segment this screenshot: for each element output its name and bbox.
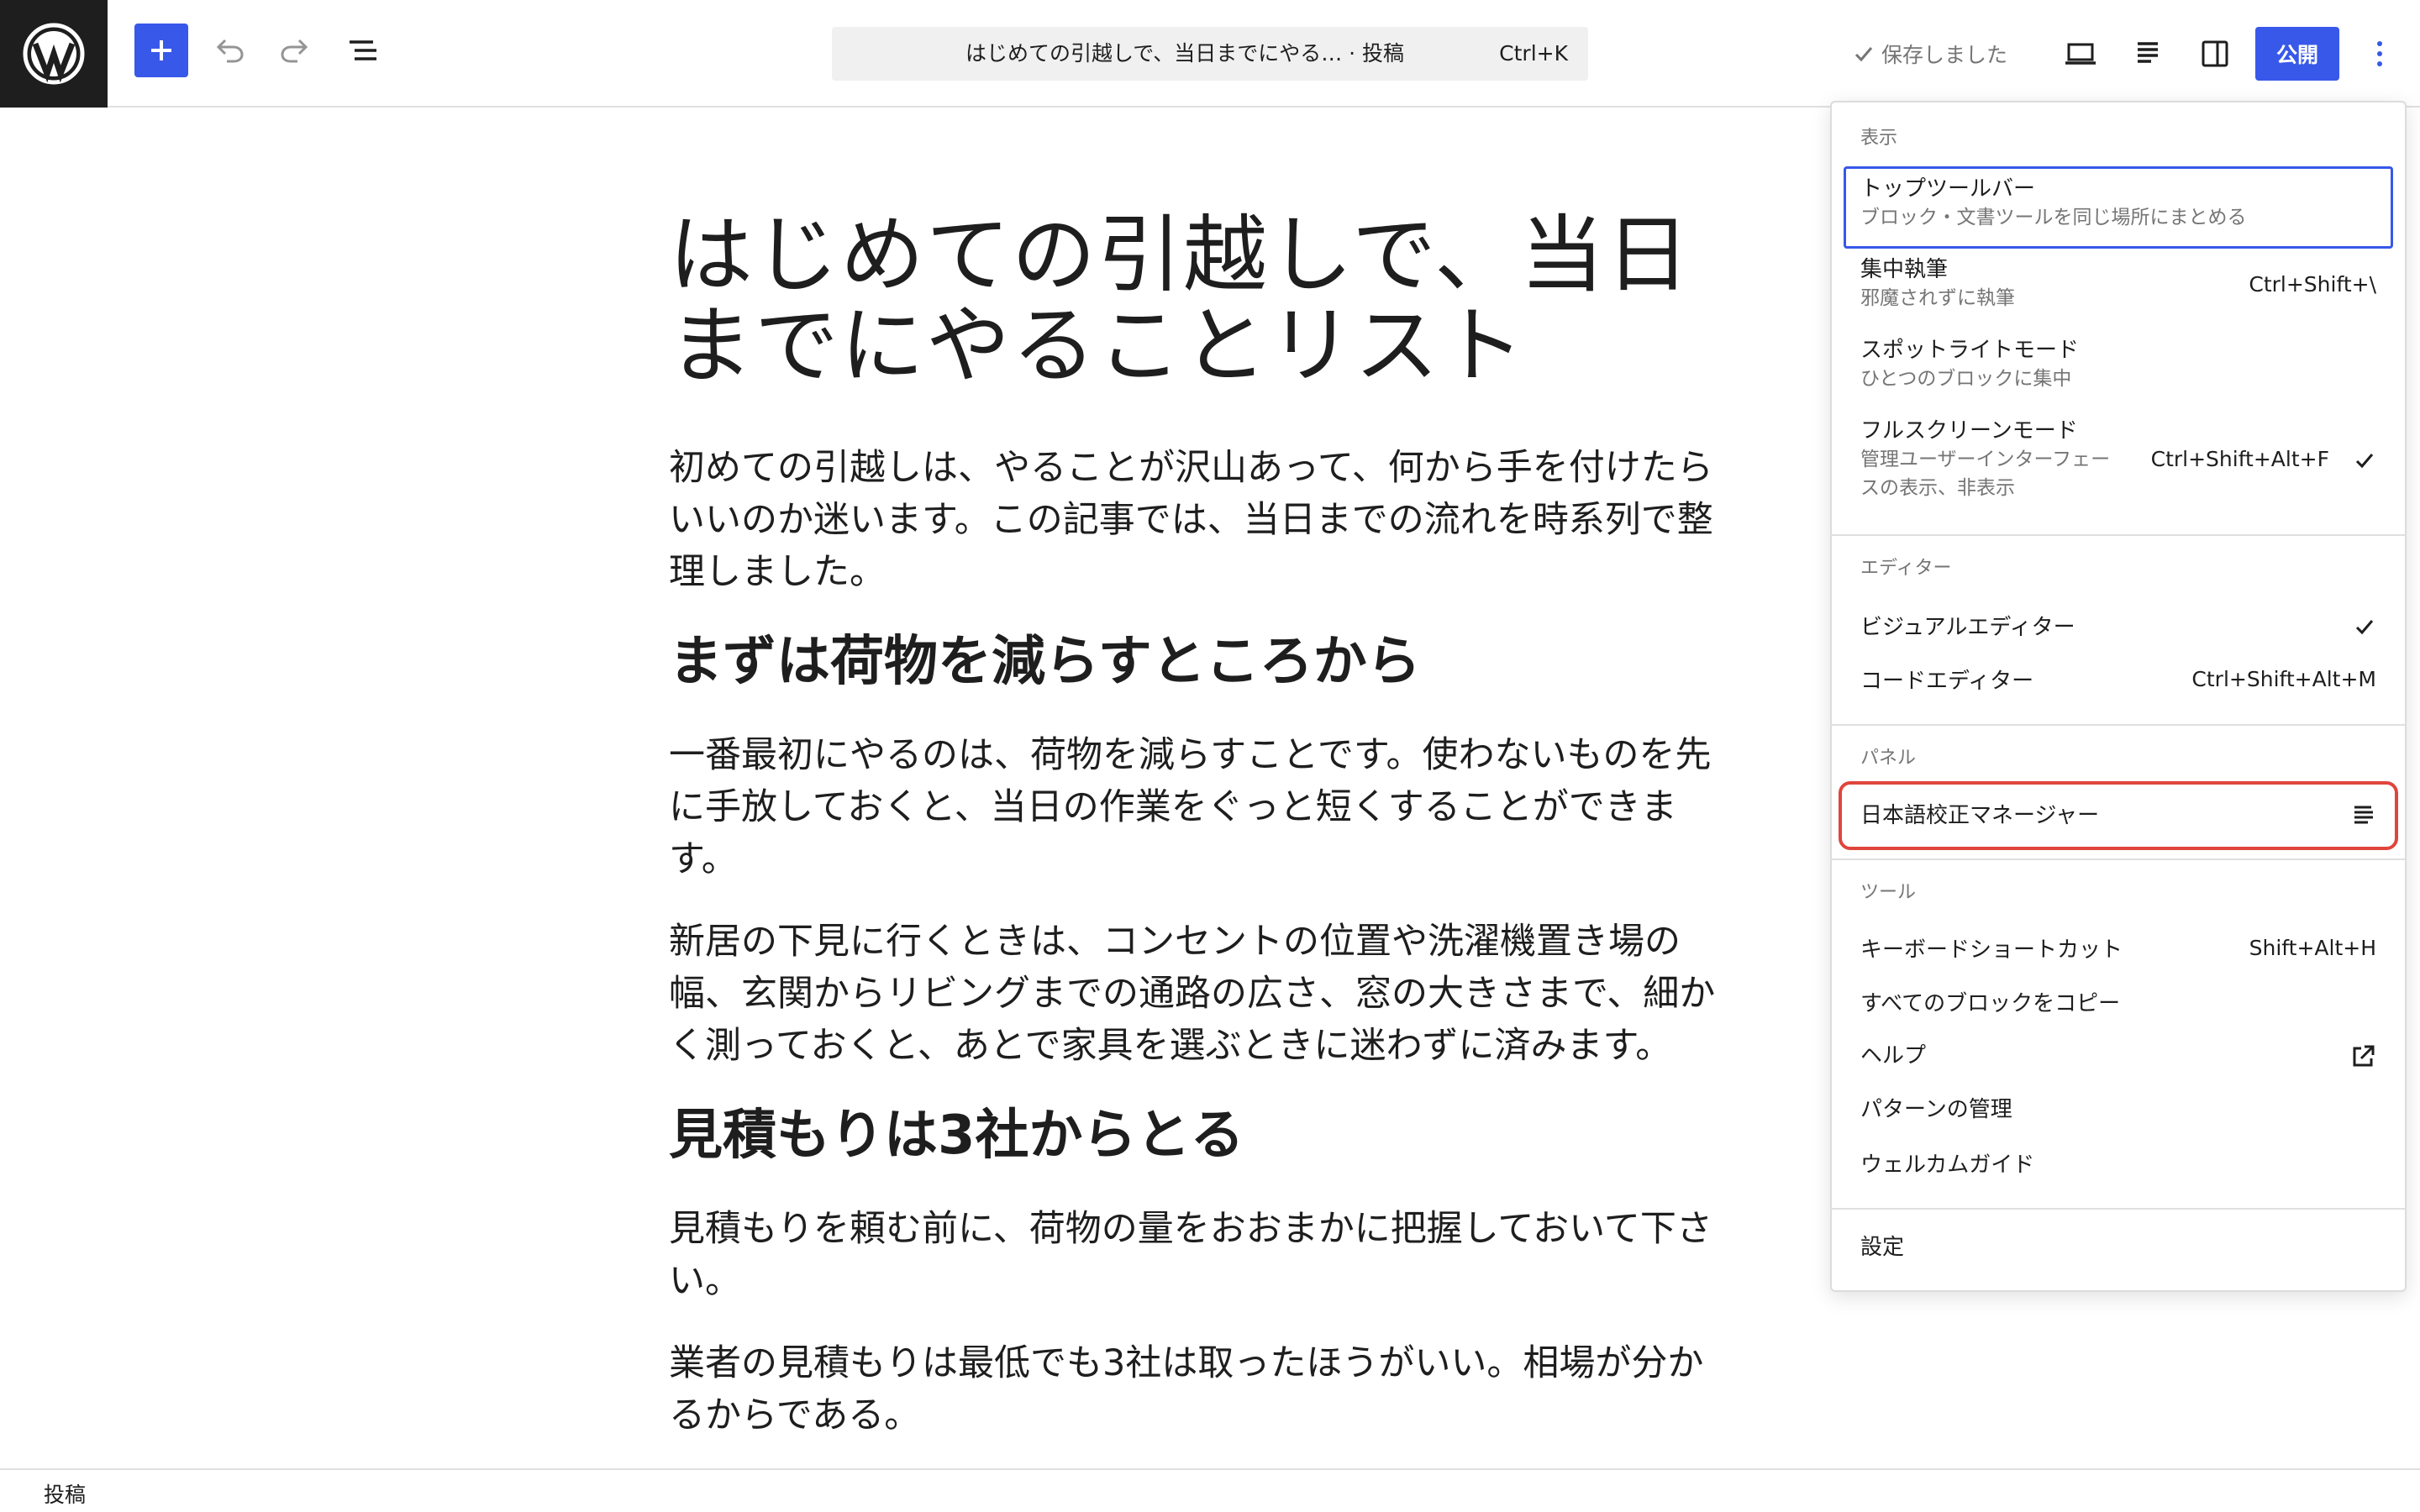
- menu-item-spotlight-mode[interactable]: スポットライトモード ひとつのブロックに集中: [1860, 336, 2376, 393]
- menu-item-copy-all-blocks[interactable]: すべてのブロックをコピー: [1860, 990, 2376, 1018]
- wordpress-logo-button[interactable]: [0, 0, 108, 108]
- editor-canvas: はじめての引越しで、当日までにやることリスト 初めての引越しは、やることが沢山あ…: [669, 210, 1736, 1472]
- align-left-icon: [2354, 806, 2373, 824]
- align-left-icon: [2138, 42, 2158, 63]
- document-title: はじめての引越しで、当日までにやる… · 投稿: [965, 41, 1405, 66]
- external-link-icon: [2353, 1045, 2375, 1067]
- command-palette-bar[interactable]: はじめての引越しで、当日までにやる… · 投稿 Ctrl+K: [832, 27, 1588, 81]
- menu-item-shortcut: Shift+Alt+H: [2249, 936, 2376, 960]
- post-title[interactable]: はじめての引越しで、当日までにやることリスト: [669, 210, 1736, 391]
- publish-button[interactable]: 公開: [2255, 27, 2339, 81]
- undo-button[interactable]: [202, 24, 255, 77]
- more-vertical-icon: [2377, 41, 2382, 66]
- menu-item-description: ブロック・文書ツールを同じ場所にまとめる: [1860, 207, 2247, 228]
- desktop-icon: [2065, 43, 2096, 65]
- menu-item-label: スポットライトモード: [1860, 338, 2080, 363]
- menu-item-manage-patterns[interactable]: パターンの管理: [1860, 1095, 2376, 1124]
- check-icon: [1854, 47, 1873, 62]
- menu-item-fullscreen-mode[interactable]: フルスクリーンモード 管理ユーザーインターフェー スの表示、非表示 Ctrl+S…: [1860, 417, 2376, 502]
- paragraph-block[interactable]: 業者の見積もりは最低でも3社は取ったほうがいい。相場が分かるからである。: [669, 1337, 1736, 1441]
- check-icon: [2355, 454, 2374, 469]
- menu-item-label: 日本語校正マネージャー: [1860, 803, 2100, 828]
- command-shortcut: Ctrl+K: [1499, 41, 1568, 66]
- heading-block[interactable]: 見積もりは3社からとる: [669, 1102, 1736, 1169]
- breadcrumb[interactable]: 投稿: [44, 1478, 86, 1509]
- menu-item-description: ひとつのブロックに集中: [1860, 368, 2072, 390]
- menu-separator: [1832, 858, 2405, 860]
- list-view-icon: [350, 40, 376, 60]
- paragraph-block[interactable]: 初めての引越しは、やることが沢山あって、何から手を付けたらいいのか迷います。この…: [669, 442, 1736, 598]
- wordpress-icon: [23, 23, 85, 85]
- menu-item-preferences[interactable]: 設定: [1860, 1233, 2376, 1262]
- editor-group-label: エディター: [1860, 558, 1952, 579]
- editor-header: はじめての引越しで、当日までにやる… · 投稿 Ctrl+K 保存しました 公開: [0, 0, 2420, 108]
- menu-item-top-toolbar[interactable]: トップツールバー ブロック・文書ツールを同じ場所にまとめる: [1860, 175, 2376, 232]
- menu-item-label: フルスクリーンモード: [1860, 418, 2078, 444]
- heading-block[interactable]: まずは荷物を減らすところから: [669, 628, 1736, 696]
- menu-item-label: トップツールバー: [1860, 176, 2036, 202]
- menu-item-label: ヘルプ: [1860, 1043, 1927, 1068]
- menu-item-description: スの表示、非表示: [1860, 477, 2015, 499]
- view-group-label: 表示: [1860, 128, 1898, 149]
- paragraph-block[interactable]: 一番最初にやるのは、荷物を減らすことです。使わないものを先に手放しておくと、当日…: [669, 729, 1736, 885]
- sidebar-icon: [2202, 40, 2228, 67]
- menu-item-help[interactable]: ヘルプ: [1860, 1042, 2376, 1070]
- redo-icon: [281, 39, 308, 63]
- menu-item-distraction-free[interactable]: 集中執筆 邪魔されずに執筆 Ctrl+Shift+\: [1860, 255, 2376, 312]
- details-button[interactable]: [2121, 27, 2175, 81]
- check-icon: [2355, 620, 2374, 635]
- paragraph-block[interactable]: 見積もりを頼む前に、荷物の量をおおまかに把握しておいて下さい。: [669, 1203, 1736, 1307]
- menu-item-proofreading-manager[interactable]: 日本語校正マネージャー: [1860, 801, 2376, 830]
- menu-separator: [1832, 724, 2405, 726]
- menu-separator: [1832, 1208, 2405, 1210]
- options-dropdown-menu: 表示 トップツールバー ブロック・文書ツールを同じ場所にまとめる 集中執筆 邪魔…: [1830, 101, 2407, 1292]
- paragraph-block[interactable]: 新居の下見に行くときは、コンセントの位置や洗濯機置き場の幅、玄関からリビングまで…: [669, 916, 1736, 1072]
- saved-status: 保存しました: [1853, 27, 2007, 81]
- menu-item-shortcut: Ctrl+Shift+Alt+M: [2191, 667, 2376, 691]
- menu-item-label: ビジュアルエディター: [1860, 615, 2075, 640]
- menu-item-label: ウェルカムガイド: [1860, 1152, 2035, 1178]
- menu-item-keyboard-shortcuts[interactable]: キーボードショートカット Shift+Alt+H: [1860, 936, 2376, 964]
- redo-button[interactable]: [269, 24, 323, 77]
- options-menu-button[interactable]: [2353, 27, 2407, 81]
- settings-sidebar-button[interactable]: [2188, 27, 2242, 81]
- editor-footer: 投稿: [0, 1468, 2420, 1512]
- panels-group-label: パネル: [1860, 748, 1917, 769]
- plus-icon: [151, 40, 171, 60]
- menu-item-shortcut: Ctrl+Shift+\: [2249, 272, 2376, 297]
- preview-button[interactable]: [2054, 27, 2107, 81]
- menu-item-visual-editor[interactable]: ビジュアルエディター: [1860, 613, 2376, 642]
- menu-item-welcome-guide[interactable]: ウェルカムガイド: [1860, 1151, 2376, 1179]
- menu-item-label: パターンの管理: [1860, 1097, 2012, 1122]
- undo-icon: [216, 39, 244, 63]
- saved-label: 保存しました: [1881, 43, 2008, 67]
- menu-separator: [1832, 534, 2405, 536]
- menu-item-label: すべてのブロックをコピー: [1860, 991, 2121, 1016]
- add-block-button[interactable]: [134, 24, 188, 77]
- menu-item-label: 設定: [1860, 1235, 1905, 1260]
- document-overview-button[interactable]: [336, 24, 390, 77]
- tools-group-label: ツール: [1860, 882, 1917, 903]
- menu-item-shortcut: Ctrl+Shift+Alt+F: [2150, 447, 2329, 471]
- menu-item-code-editor[interactable]: コードエディター Ctrl+Shift+Alt+M: [1860, 667, 2376, 696]
